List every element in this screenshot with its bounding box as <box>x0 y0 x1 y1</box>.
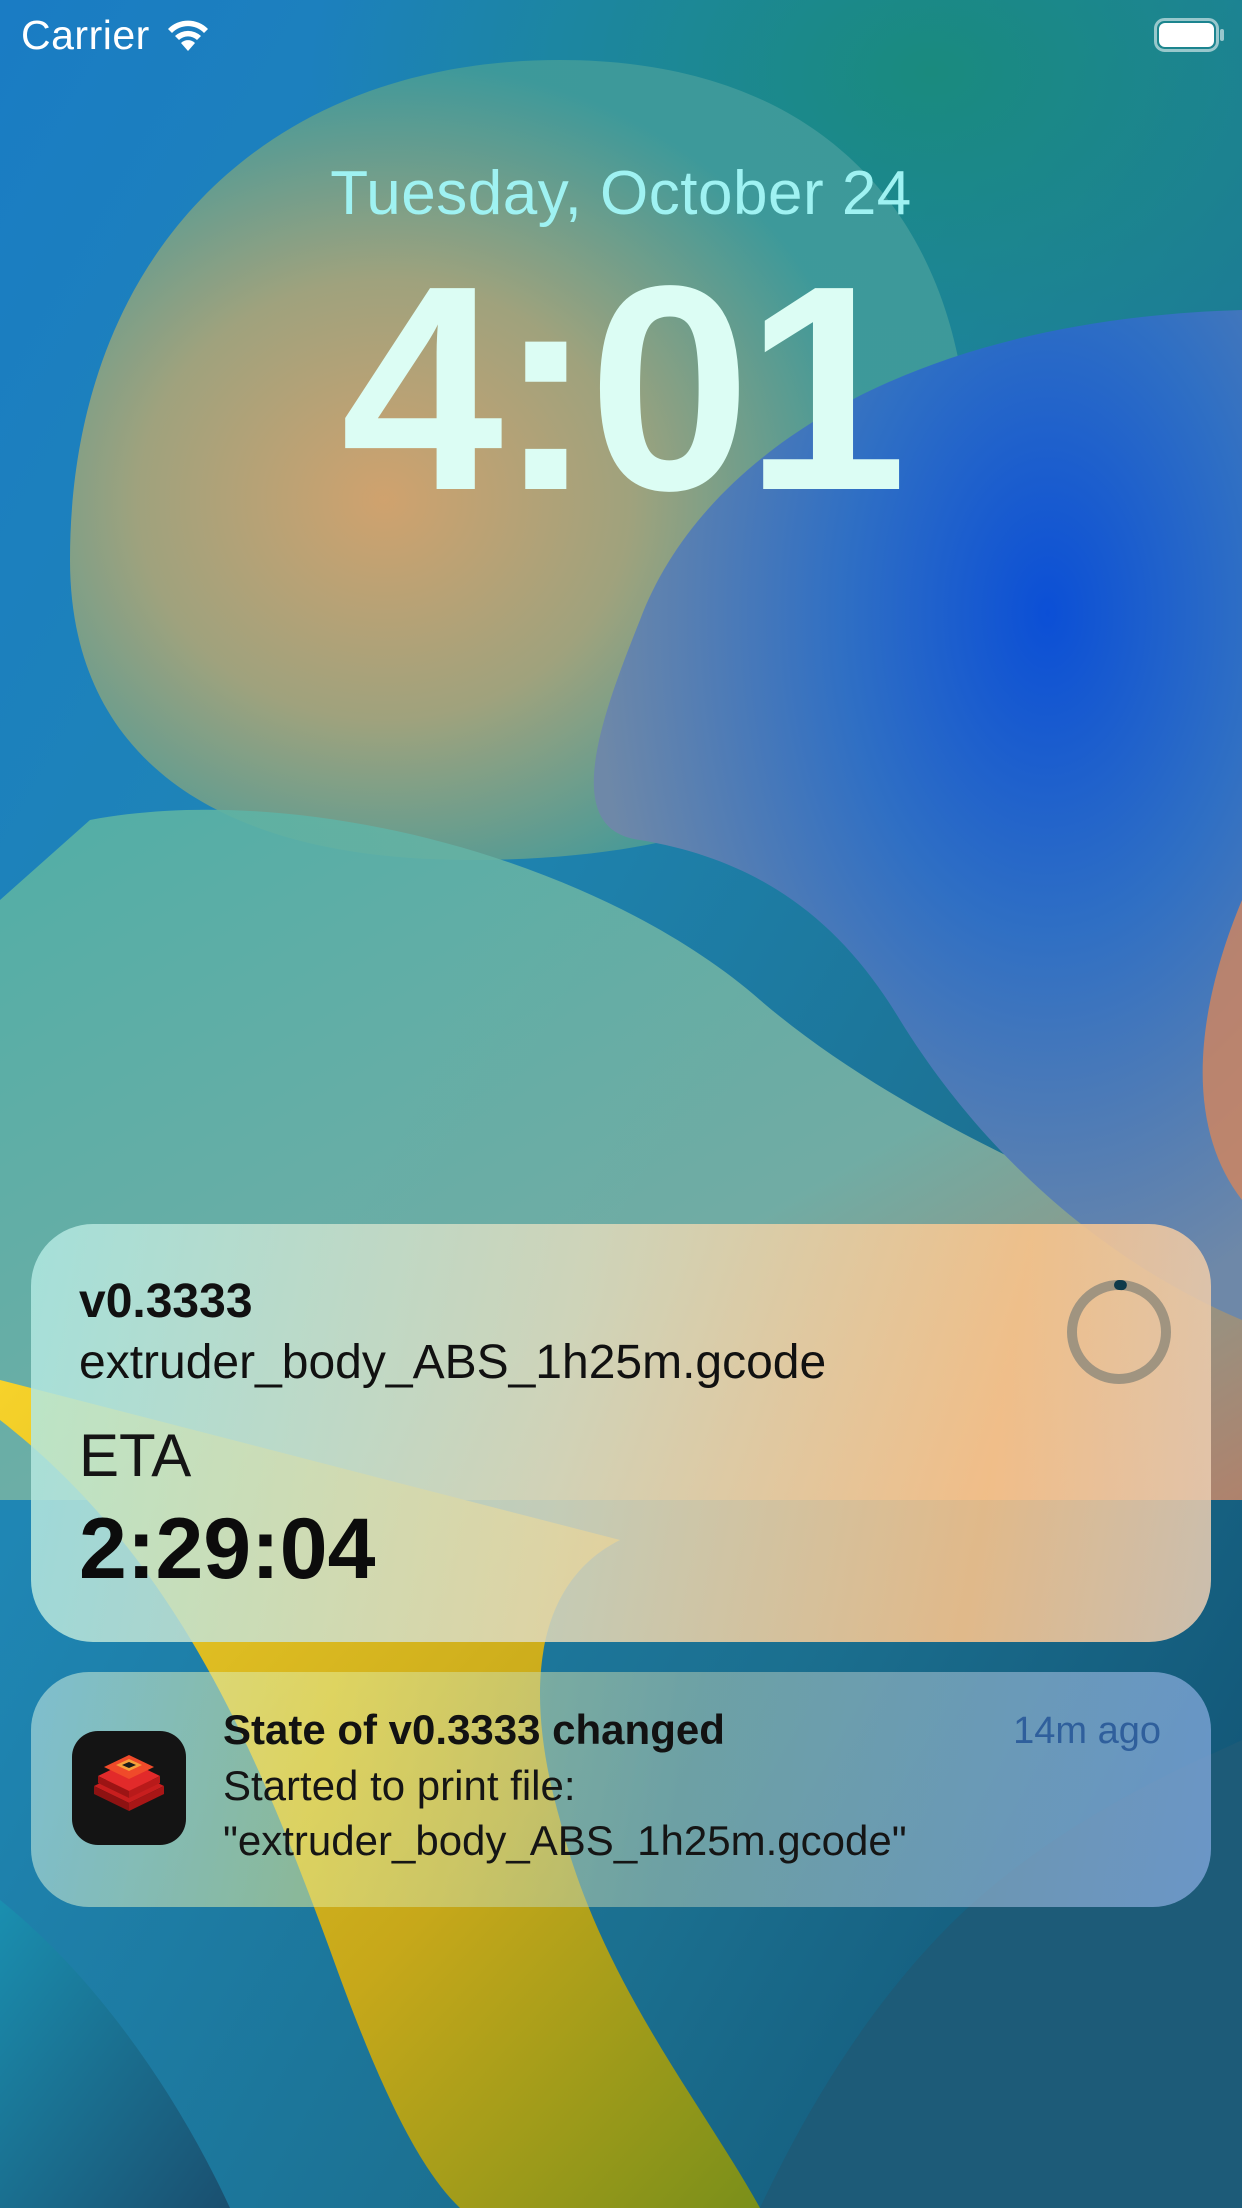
notification-body-line-1: Started to print file: <box>223 1762 576 1809</box>
lock-screen-date: Tuesday, October 24 <box>330 159 912 228</box>
print-filename: extruder_body_ABS_1h25m.gcode <box>79 1336 827 1389</box>
wifi-icon <box>165 17 211 53</box>
status-bar: Carrier <box>0 0 1242 70</box>
carrier-label: Carrier <box>21 12 150 58</box>
print-live-activity[interactable]: v0.3333 extruder_body_ABS_1h25m.gcode ET… <box>31 1224 1211 1642</box>
eta-label: ETA <box>79 1422 192 1489</box>
notification-time: 14m ago <box>1013 1710 1161 1752</box>
lock-screen-time: 4:01 <box>340 225 907 551</box>
notification-title: State of v0.3333 changed <box>223 1706 725 1753</box>
progress-ring-icon <box>1061 1274 1177 1390</box>
eta-value: 2:29:04 <box>79 1501 376 1597</box>
notification-body-line-2: "extruder_body_ABS_1h25m.gcode" <box>223 1817 907 1864</box>
printer-app-icon <box>72 1731 186 1845</box>
battery-icon <box>1154 18 1226 52</box>
printer-name: v0.3333 <box>79 1275 253 1328</box>
print-state-notification[interactable]: State of v0.3333 changed 14m ago Started… <box>31 1672 1211 1907</box>
